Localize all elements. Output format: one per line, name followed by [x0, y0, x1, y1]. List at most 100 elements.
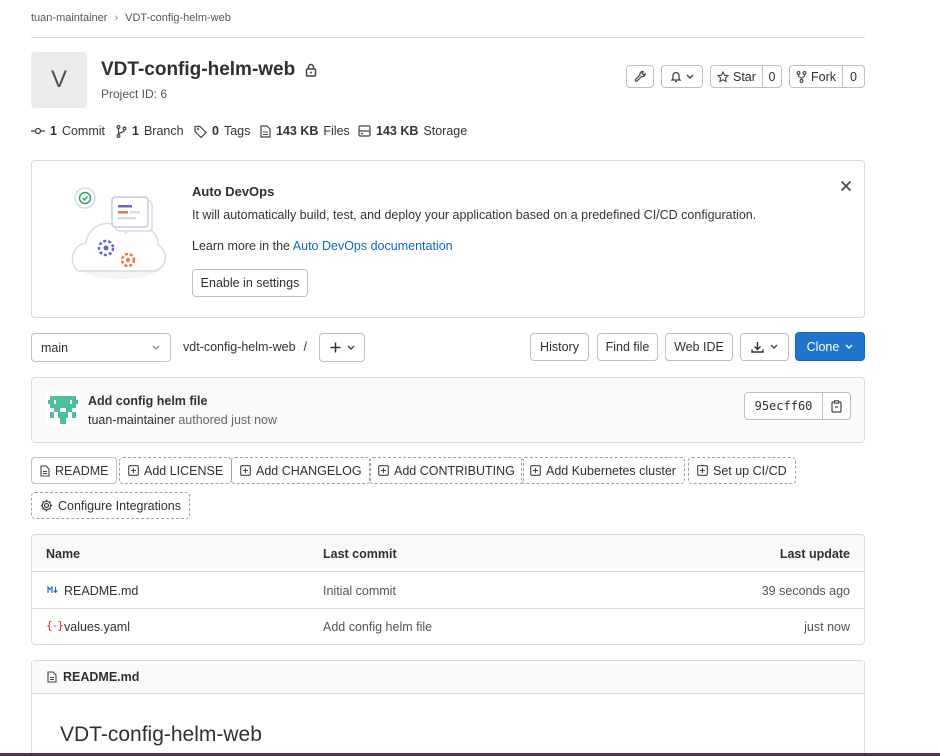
- clone-button[interactable]: Clone: [795, 332, 865, 361]
- commit-author-link[interactable]: tuan-maintainer: [88, 413, 175, 427]
- star-icon: [717, 70, 729, 83]
- stat-storage-value: 143 KB: [376, 124, 419, 138]
- download-icon: [751, 341, 764, 353]
- bell-icon: [670, 70, 682, 83]
- add-license-button[interactable]: Add LICENSE: [119, 457, 233, 484]
- star-label: Star: [733, 69, 756, 84]
- breadcrumb-parent-link[interactable]: tuan-maintainer: [31, 12, 107, 24]
- close-icon[interactable]: [840, 180, 852, 192]
- chevron-down-icon: [152, 345, 160, 351]
- find-file-button[interactable]: Find file: [597, 333, 658, 361]
- file-table: Name Last commit Last update README.md I…: [31, 534, 865, 645]
- file-last-update: just now: [804, 620, 850, 634]
- column-header-last-update: Last update: [779, 547, 850, 561]
- devops-title: Auto DevOps: [192, 184, 275, 199]
- last-commit-panel: Add config helm file tuan-maintainer aut…: [31, 377, 865, 443]
- stat-storage[interactable]: 143 KB Storage: [358, 124, 467, 138]
- file-name-link[interactable]: values.yaml: [64, 620, 130, 634]
- readme-heading: VDT-config-helm-web: [60, 723, 262, 746]
- yaml-icon: {-}: [46, 619, 64, 632]
- commit-meta: tuan-maintainer authored just now: [88, 413, 277, 427]
- readme-button[interactable]: README: [31, 457, 118, 484]
- add-kubernetes-cluster-button[interactable]: Add Kubernetes cluster: [521, 457, 685, 484]
- configure-integrations-button[interactable]: Configure Integrations: [31, 492, 190, 519]
- file-icon: [47, 671, 57, 683]
- chevron-down-icon: [686, 74, 694, 80]
- file-last-commit-link[interactable]: Add config helm file: [323, 620, 432, 634]
- branch-icon: [116, 124, 127, 138]
- copy-sha-button[interactable]: [823, 393, 850, 419]
- storage-icon: [358, 125, 371, 137]
- star-button[interactable]: Star: [711, 66, 763, 87]
- add-file-dropdown[interactable]: [319, 333, 365, 362]
- add-contributing-label: Add CONTRIBUTING: [394, 463, 515, 478]
- chevron-down-icon: [845, 344, 853, 350]
- breadcrumb-separator: ›: [114, 12, 119, 24]
- devops-illustration: [68, 183, 174, 283]
- stat-files[interactable]: 143 KB Files: [260, 124, 350, 138]
- devops-learn-more: Learn more in the Auto DevOps documentat…: [192, 239, 453, 253]
- fork-label: Fork: [811, 69, 836, 84]
- breadcrumb-current-link[interactable]: VDT-config-helm-web: [125, 12, 231, 24]
- clone-label: Clone: [806, 339, 840, 354]
- add-kubernetes-label: Add Kubernetes cluster: [546, 463, 676, 478]
- devops-description: It will automatically build, test, and d…: [192, 208, 757, 222]
- notification-button[interactable]: [661, 65, 703, 88]
- add-contributing-button[interactable]: Add CONTRIBUTING: [369, 457, 524, 484]
- commit-message[interactable]: Add config helm file: [88, 394, 207, 408]
- configure-integrations-label: Configure Integrations: [58, 498, 181, 513]
- history-label: History: [540, 340, 579, 354]
- readme-panel: README.md VDT-config-helm-web: [31, 660, 865, 756]
- stat-commits[interactable]: 1 Commit: [31, 124, 105, 138]
- chevron-down-icon: [347, 345, 355, 351]
- setup-cicd-button[interactable]: Set up CI/CD: [688, 457, 796, 484]
- setup-cicd-label: Set up CI/CD: [713, 463, 787, 478]
- file-last-update: 39 seconds ago: [761, 584, 850, 598]
- column-header-last-commit: Last commit: [323, 547, 397, 561]
- settings-button[interactable]: [626, 65, 654, 88]
- devops-docs-link[interactable]: Auto DevOps documentation: [293, 239, 453, 253]
- plus-square-icon: [378, 465, 389, 476]
- star-button-group: Star 0: [710, 65, 782, 88]
- table-row[interactable]: README.md Initial commit 39 seconds ago: [32, 572, 864, 609]
- file-last-commit-link[interactable]: Initial commit: [323, 584, 396, 598]
- web-ide-label: Web IDE: [674, 340, 724, 354]
- star-count[interactable]: 0: [763, 66, 781, 87]
- commit-icon: [31, 126, 45, 136]
- wrench-icon: [634, 70, 647, 83]
- enable-in-settings-label: Enable in settings: [200, 276, 300, 290]
- stat-commits-label: Commit: [61, 124, 106, 138]
- add-license-label: Add LICENSE: [144, 463, 224, 478]
- repo-path-link[interactable]: vdt-config-helm-web: [183, 340, 296, 354]
- readme-filename[interactable]: README.md: [63, 670, 139, 684]
- stat-tags[interactable]: 0 Tags: [194, 124, 250, 138]
- history-button[interactable]: History: [530, 333, 589, 361]
- web-ide-button[interactable]: Web IDE: [665, 333, 733, 361]
- devops-learn-prefix: Learn more in the: [192, 239, 290, 253]
- file-name-link[interactable]: README.md: [64, 584, 138, 598]
- author-avatar[interactable]: [46, 392, 80, 426]
- fork-button-group: Fork 0: [789, 65, 865, 88]
- stat-files-value: 143 KB: [276, 124, 319, 138]
- fork-count[interactable]: 0: [843, 66, 864, 87]
- commit-sha[interactable]: 95ecff60: [745, 393, 823, 419]
- table-row[interactable]: {-} values.yaml Add config helm file jus…: [32, 609, 864, 644]
- add-changelog-button[interactable]: Add CHANGELOG: [231, 457, 371, 484]
- branch-selector[interactable]: main: [31, 333, 171, 362]
- copy-icon: [831, 399, 842, 413]
- stat-branches[interactable]: 1 Branch: [116, 124, 184, 138]
- lock-icon: [305, 63, 317, 77]
- project-avatar: V: [31, 52, 87, 108]
- file-table-header: Name Last commit Last update: [32, 535, 864, 572]
- plus-square-icon: [128, 465, 139, 476]
- project-title-row: VDT-config-helm-web: [101, 59, 317, 81]
- project-id: Project ID: 6: [101, 87, 168, 101]
- breadcrumb: tuan-maintainer › VDT-config-helm-web: [31, 12, 231, 24]
- repo-path: vdt-config-helm-web /: [183, 340, 307, 354]
- enable-in-settings-button[interactable]: Enable in settings: [192, 269, 308, 297]
- download-dropdown[interactable]: [740, 333, 789, 361]
- file-icon: [260, 124, 271, 138]
- fork-button[interactable]: Fork: [790, 66, 843, 87]
- stat-branches-value: 1: [132, 124, 139, 138]
- gear-icon: [40, 499, 53, 512]
